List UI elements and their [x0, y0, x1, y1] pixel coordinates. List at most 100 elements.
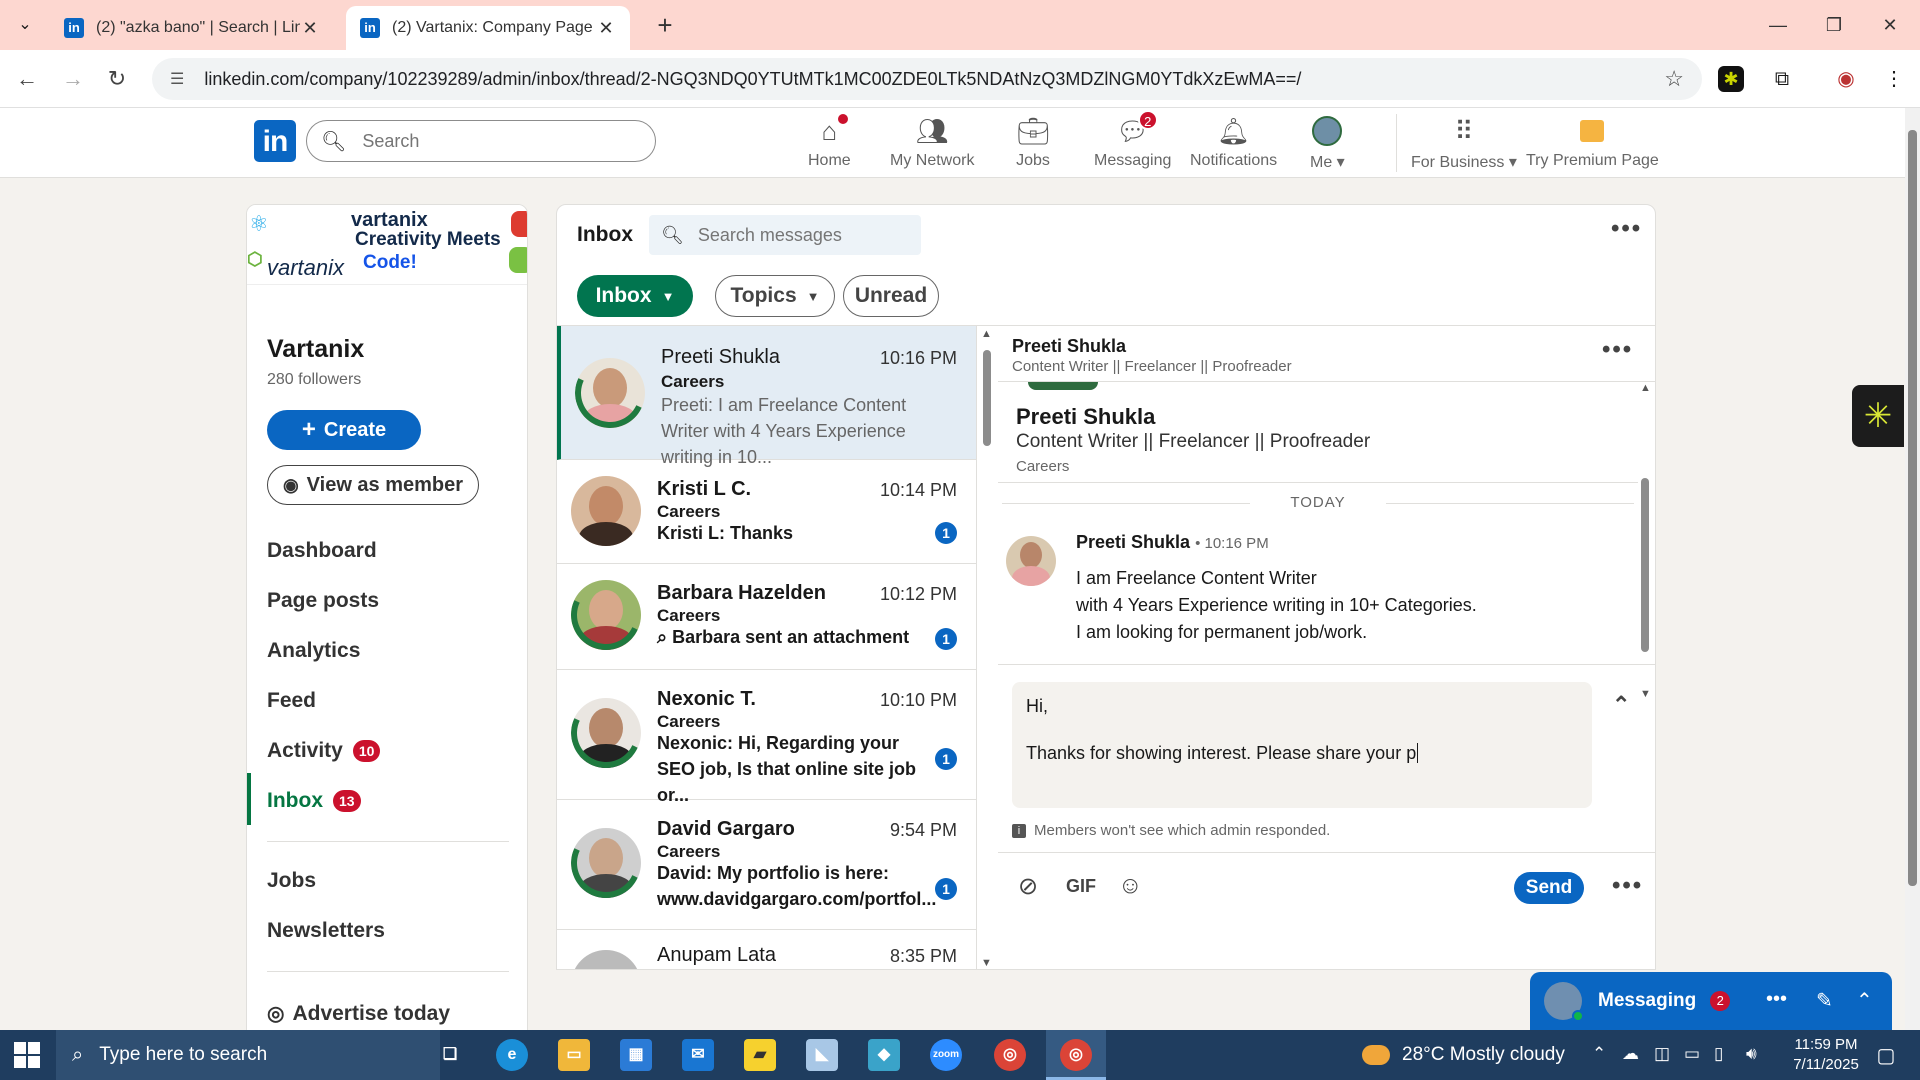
emoji-icon[interactable]: ☺ — [1118, 872, 1143, 900]
sticky-notes-icon[interactable]: ▰ — [744, 1039, 776, 1071]
sidebar-item-activity[interactable]: Activity 10 — [267, 739, 381, 763]
sidebar-item-dashboard[interactable]: Dashboard — [267, 539, 377, 563]
conversation-item[interactable]: Kristi L C. 10:14 PM Careers Kristi L: T… — [557, 460, 976, 564]
sidebar-item-analytics[interactable]: Analytics — [267, 639, 360, 663]
nav-for-business[interactable]: ⠿ For Business ▾ — [1396, 114, 1517, 172]
create-button[interactable]: + Create — [267, 410, 421, 450]
browser-tab-vartanix[interactable]: in (2) Vartanix: Company Page Admin ✕ — [346, 6, 630, 50]
extension-asterisk-icon[interactable]: ✱ — [1718, 66, 1744, 92]
network-icon[interactable]: ▯ — [1714, 1044, 1723, 1064]
inbox-more-options-icon[interactable]: ••• — [1611, 215, 1642, 243]
filter-topics-dropdown[interactable]: Topics ▼ — [715, 275, 835, 317]
messaging-overlay[interactable]: Messaging 2 ••• ✎ ⌃ — [1530, 972, 1892, 1030]
attach-paperclip-icon[interactable]: ⊘ — [1018, 872, 1038, 901]
compose-edit-icon[interactable]: ✎ — [1816, 988, 1833, 1013]
send-button[interactable]: Send — [1514, 872, 1584, 904]
back-arrow-icon[interactable]: ← — [10, 63, 44, 95]
weather-widget[interactable]: 28°C Mostly cloudy — [1362, 1044, 1565, 1066]
filter-unread-button[interactable]: Unread — [843, 275, 939, 317]
conversation-item[interactable]: Preeti Shukla 10:16 PM Careers Preeti: I… — [557, 326, 976, 467]
reload-icon[interactable]: ↻ — [100, 63, 134, 95]
close-tab-icon[interactable]: ✕ — [596, 18, 616, 39]
info-icon: i — [1012, 823, 1026, 838]
chevron-up-icon[interactable]: ⌃ — [1856, 988, 1873, 1013]
tab-search-chevron-icon[interactable]: ⌄ — [10, 12, 40, 38]
taskbar-clock[interactable]: 11:59 PM 7/11/2025 — [1788, 1035, 1864, 1075]
browser-tab-search[interactable]: in (2) "azka bano" | Search | LinkedIn ✕ — [50, 6, 334, 50]
message-compose-box[interactable]: Hi, Thanks for showing interest. Please … — [1012, 682, 1592, 808]
thread-scrollbar[interactable]: ▲ ▼ — [1638, 382, 1652, 700]
new-tab-plus-icon[interactable]: + — [650, 10, 680, 40]
thread-more-options-icon[interactable]: ••• — [1602, 336, 1633, 364]
edge-icon[interactable]: e — [496, 1039, 528, 1071]
filter-inbox-dropdown[interactable]: Inbox ▼ — [577, 275, 693, 317]
conversation-item[interactable]: Anupam Lata 8:35 PM — [557, 930, 976, 969]
forward-arrow-icon[interactable]: → — [56, 63, 90, 95]
sidebar-item-jobs[interactable]: Jobs — [267, 869, 316, 893]
conversation-item[interactable]: Barbara Hazelden 10:12 PM Careers ⌕ Barb… — [557, 564, 976, 670]
conversation-list-scrollbar[interactable]: ▲ ▼ — [981, 326, 993, 969]
nav-try-premium[interactable]: Try Premium Page — [1526, 114, 1659, 170]
nav-home[interactable]: ⌂ Home — [808, 112, 851, 170]
file-explorer-icon[interactable]: ▭ — [558, 1039, 590, 1071]
sidebar-item-inbox[interactable]: Inbox 13 — [267, 789, 361, 813]
sidebar-item-page-posts[interactable]: Page posts — [267, 589, 379, 613]
global-search[interactable]: 🔍︎ — [306, 120, 656, 162]
inbox-count-badge: 13 — [333, 790, 361, 812]
sidebar-item-newsletters[interactable]: Newsletters — [267, 919, 385, 943]
extensions-puzzle-icon[interactable]: ⧉ — [1766, 63, 1798, 95]
minimize-icon[interactable]: — — [1758, 10, 1798, 40]
gif-button[interactable]: GIF — [1066, 876, 1096, 897]
restore-icon[interactable]: ❐ — [1814, 10, 1854, 40]
tray-app-icon[interactable]: ◫ — [1654, 1044, 1670, 1064]
battery-icon[interactable]: ▭ — [1684, 1044, 1700, 1064]
page-scrollbar[interactable] — [1905, 108, 1920, 1030]
sidebar-item-feed[interactable]: Feed — [267, 689, 316, 713]
task-view-icon[interactable]: ❏ — [434, 1039, 466, 1071]
mail-icon[interactable]: ✉ — [682, 1039, 714, 1071]
org-name[interactable]: Vartanix — [267, 335, 364, 364]
bookmark-star-icon[interactable]: ☆ — [1664, 66, 1684, 92]
extension-sidebar-asterisk-icon[interactable]: ✳ — [1852, 385, 1904, 447]
thread-participant-name[interactable]: Preeti Shukla — [1012, 336, 1126, 357]
scroll-down-icon: ▼ — [981, 957, 992, 969]
unread-count-badge: 1 — [935, 522, 957, 544]
view-as-member-button[interactable]: ◉ View as member — [267, 465, 479, 505]
onedrive-cloud-icon[interactable]: ☁ — [1622, 1044, 1639, 1064]
notification-center-icon[interactable]: ▢ — [1866, 1043, 1906, 1068]
nav-me[interactable]: Me ▾ — [1310, 114, 1345, 172]
app-diamond-icon[interactable]: ◆ — [868, 1039, 900, 1071]
chrome-icon[interactable]: ◎ — [994, 1039, 1026, 1071]
site-settings-icon[interactable]: ☰ — [170, 69, 184, 89]
taskbar-search[interactable]: ⌕ Type here to search — [56, 1030, 440, 1080]
nav-messaging[interactable]: 💬︎ 2 Messaging — [1094, 110, 1171, 170]
zoom-icon[interactable]: zoom — [930, 1039, 962, 1071]
avatar — [571, 580, 641, 650]
message-search[interactable]: 🔍︎ — [649, 215, 921, 255]
app-icon[interactable]: ◣ — [806, 1039, 838, 1071]
tray-chevron-up-icon[interactable]: ⌃ — [1592, 1044, 1606, 1064]
nav-my-network[interactable]: 👥︎ My Network — [890, 114, 974, 170]
url-text[interactable]: linkedin.com/company/102239289/admin/inb… — [204, 69, 1664, 90]
profile-icon[interactable]: ◉ — [1830, 63, 1862, 95]
conversation-item[interactable]: David Gargaro 9:54 PM Careers David: My … — [557, 800, 976, 930]
nav-notifications[interactable]: 🔔︎ Notifications — [1190, 114, 1277, 170]
collapse-chevron-up-icon[interactable]: ⌃ — [1612, 692, 1630, 718]
windows-start-icon[interactable] — [14, 1042, 40, 1068]
compose-more-options-icon[interactable]: ••• — [1612, 872, 1643, 900]
more-options-icon[interactable]: ••• — [1766, 988, 1787, 1011]
avatar[interactable] — [1006, 536, 1056, 586]
volume-icon[interactable]: 🔊︎ — [1746, 1044, 1757, 1064]
store-icon[interactable]: ▦ — [620, 1039, 652, 1071]
close-tab-icon[interactable]: ✕ — [300, 18, 320, 39]
browser-menu-icon[interactable]: ⋮ — [1878, 63, 1910, 95]
global-search-input[interactable] — [362, 130, 623, 152]
address-bar[interactable]: ☰ linkedin.com/company/102239289/admin/i… — [152, 58, 1702, 100]
linkedin-logo-icon[interactable]: in — [254, 120, 296, 162]
window-close-icon[interactable]: ✕ — [1870, 10, 1910, 40]
chrome-active-icon[interactable]: ◎ — [1060, 1039, 1092, 1071]
conversation-item[interactable]: Nexonic T. 10:10 PM Careers Nexonic: Hi,… — [557, 670, 976, 805]
nav-jobs[interactable]: 💼︎ Jobs — [1016, 114, 1050, 170]
sidebar-item-advertise[interactable]: ◎ Advertise today — [267, 1001, 450, 1026]
search-messages-input[interactable] — [697, 224, 908, 246]
